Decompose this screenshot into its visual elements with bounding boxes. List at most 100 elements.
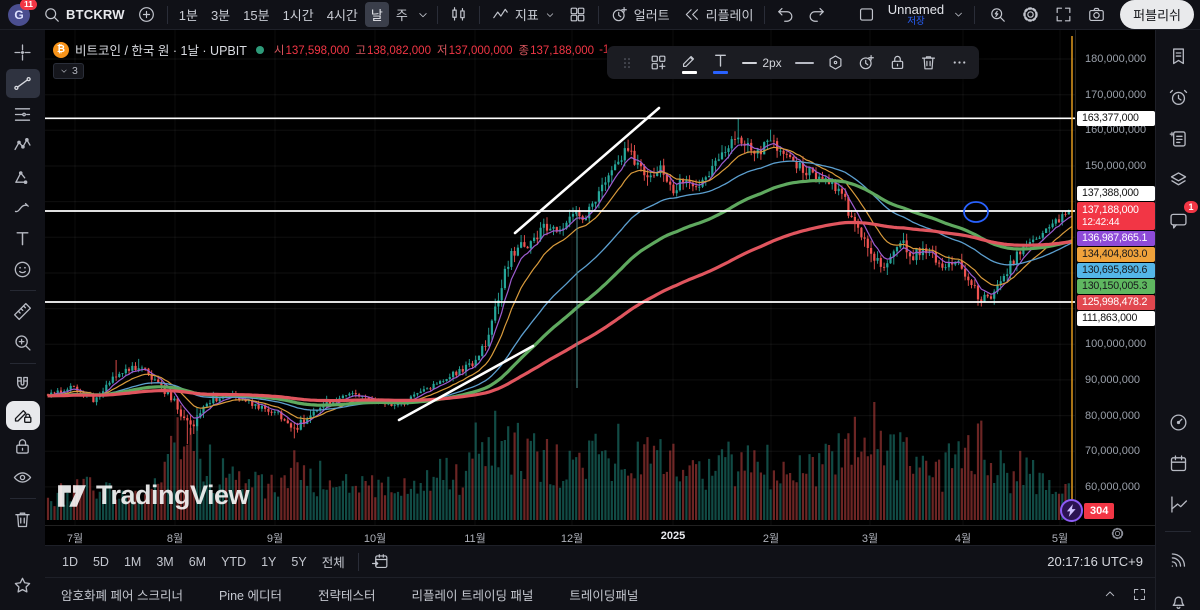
goto-date-button[interactable] (365, 549, 396, 574)
lock-icon[interactable] (882, 49, 912, 76)
chart-legend[interactable]: ₿ 비트코인 / 한국 원 · 1날 · UPBIT 시137,598,000 고… (53, 40, 609, 59)
trendline-tool[interactable] (5, 69, 40, 98)
toolbar-divider (764, 5, 766, 24)
alerts-clock-icon[interactable] (1164, 83, 1192, 111)
price-scale-settings-icon[interactable] (1110, 526, 1125, 541)
bottom-tab[interactable]: Pine 에디터 (219, 585, 282, 604)
pencil-color-button[interactable] (674, 49, 704, 76)
brush-tool[interactable] (6, 193, 40, 222)
range-5Y[interactable]: 5Y (284, 552, 313, 572)
new-bars-counter-badge[interactable]: 304 (1084, 503, 1115, 519)
price-chart[interactable] (45, 30, 1075, 525)
projection-tool[interactable] (6, 162, 40, 191)
user-avatar[interactable]: G 11 (8, 0, 37, 26)
favorites-star-tool[interactable] (6, 571, 40, 600)
text-color-button[interactable] (705, 49, 735, 76)
range-1D[interactable]: 1D (55, 552, 85, 572)
calendar-icon[interactable] (1164, 449, 1192, 477)
crosshair-tool[interactable] (6, 38, 40, 67)
range-전체[interactable]: 전체 (315, 549, 352, 574)
chart-pane[interactable]: ₿ 비트코인 / 한국 원 · 1날 · UPBIT 시137,598,000 고… (45, 30, 1155, 545)
floating-drawing-toolbar[interactable]: 2px (607, 46, 979, 79)
fib-retracement-tool[interactable] (6, 100, 40, 129)
collapse-panel-button[interactable] (1102, 586, 1118, 602)
indicator-templates-button[interactable] (562, 2, 593, 27)
template-icon[interactable] (820, 49, 850, 76)
timeframe-날[interactable]: 날 (364, 2, 389, 27)
chevron-down-icon (59, 66, 69, 76)
settings-button[interactable] (1015, 2, 1046, 27)
fullscreen-button[interactable] (1048, 2, 1079, 27)
alert-button[interactable]: 얼러트 (604, 2, 676, 27)
watchlist-icon[interactable] (1164, 42, 1192, 70)
drawing-mode-tool[interactable] (5, 401, 40, 430)
redo-button[interactable] (801, 2, 832, 27)
bolt-icon[interactable] (1060, 499, 1083, 522)
bottom-tab[interactable]: 트레이딩패널 (569, 585, 638, 604)
timeframe-1분[interactable]: 1분 (173, 2, 204, 27)
layout-name-button[interactable]: Unnamed 저장 (884, 3, 948, 27)
range-YTD[interactable]: YTD (214, 552, 253, 572)
price-scale[interactable]: 180,000,000 170,000,000 160,000,000 150,000… (1075, 30, 1155, 525)
publish-button[interactable]: 퍼블리쉬 (1120, 0, 1194, 29)
range-5D[interactable]: 5D (86, 552, 116, 572)
add-alert-icon[interactable] (851, 49, 881, 76)
compare-add-button[interactable] (131, 2, 162, 27)
bottom-tab[interactable]: 전략테스터 (318, 585, 376, 604)
emoji-tool[interactable] (6, 255, 40, 284)
chart-style-button[interactable] (443, 2, 474, 27)
notes-icon[interactable] (1164, 124, 1192, 152)
lock-drawings-tool[interactable] (6, 432, 40, 461)
layout-menu-button[interactable] (950, 5, 967, 24)
replay-button[interactable]: 리플레이 (676, 2, 760, 27)
indicators-button[interactable]: 지표 (485, 2, 562, 27)
bottom-tab[interactable]: 리플레이 트레이딩 패널 (411, 585, 533, 604)
maximize-panel-button[interactable] (1132, 587, 1147, 602)
timeframe-menu-button[interactable] (414, 5, 432, 25)
delete-icon[interactable] (913, 49, 943, 76)
symbol-search-button[interactable]: BTCKRW (36, 2, 131, 27)
symbol-name: BTCKRW (66, 7, 125, 22)
time-tick: 8월 (166, 533, 184, 545)
zoom-in-tool[interactable] (6, 328, 40, 357)
range-1Y[interactable]: 1Y (254, 552, 283, 572)
chat-icon[interactable]: 1 (1164, 201, 1198, 234)
add-layout-icon[interactable] (643, 49, 673, 76)
remove-drawings-tool[interactable] (6, 505, 40, 534)
bottom-tab[interactable]: 암호화폐 페어 스크리너 (61, 585, 183, 604)
timeframe-1시간[interactable]: 1시간 (277, 2, 320, 27)
multichart-layout-button[interactable] (851, 2, 882, 27)
timeframe-주[interactable]: 주 (390, 2, 414, 27)
notifications-bell-icon[interactable] (1164, 586, 1192, 610)
timeframe-3분[interactable]: 3분 (205, 2, 236, 27)
clock-display[interactable]: 20:17:16 UTC+9 (1047, 554, 1145, 569)
time-tick: 2025 (660, 530, 686, 542)
timeframe-4시간[interactable]: 4시간 (321, 2, 364, 27)
line-width-button[interactable]: 2px (736, 49, 788, 76)
range-3M[interactable]: 3M (149, 552, 180, 572)
chevron-up-icon (1102, 586, 1118, 602)
more-icon[interactable] (944, 49, 974, 76)
forecast-icon[interactable] (1164, 490, 1192, 518)
drag-handle-icon[interactable] (612, 49, 642, 76)
magnet-tool[interactable] (6, 370, 40, 399)
measure-tool[interactable] (6, 297, 40, 326)
hide-drawings-tool[interactable] (6, 463, 40, 492)
time-axis[interactable]: 7월 8월 9월 10월 11월 12월 2025 2월 3월 4월 5월 (45, 525, 1155, 545)
snapshot-button[interactable] (1081, 2, 1112, 27)
screener-gauge-icon[interactable] (1164, 408, 1192, 436)
streams-icon[interactable] (1164, 545, 1192, 573)
range-6M[interactable]: 6M (182, 552, 213, 572)
quick-search-button[interactable] (982, 2, 1013, 27)
pattern-tool[interactable] (6, 131, 40, 160)
timeframe-15분[interactable]: 15분 (237, 2, 275, 27)
range-1M[interactable]: 1M (117, 552, 148, 572)
text-tool[interactable] (6, 224, 40, 253)
object-tree-icon[interactable] (1164, 165, 1192, 193)
legend-collapse-button[interactable]: 3 (53, 63, 84, 79)
indicators-label: 지표 (514, 8, 539, 23)
undo-button[interactable] (770, 2, 801, 27)
line-style-button[interactable] (789, 49, 819, 76)
price-tick: 150,000,000 (1085, 159, 1147, 172)
ohlc-value: 137,188,000 (530, 44, 595, 57)
